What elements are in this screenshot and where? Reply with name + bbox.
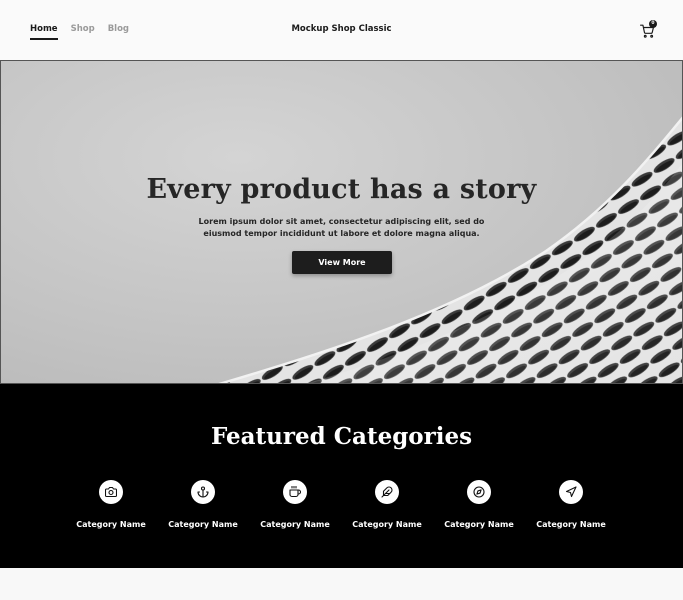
coffee-icon: [283, 480, 307, 504]
category-item[interactable]: Category Name: [347, 480, 427, 529]
hero-title: Every product has a story: [146, 174, 537, 205]
cart-count-badge: 0: [649, 20, 657, 28]
category-item[interactable]: Category Name: [255, 480, 335, 529]
page-bottom-section: [0, 568, 683, 600]
featured-categories-section: Featured Categories Category Name Catego…: [0, 384, 683, 568]
nav-link-blog[interactable]: Blog: [108, 24, 129, 38]
nav-link-shop[interactable]: Shop: [71, 24, 95, 38]
category-label: Category Name: [444, 520, 514, 529]
category-item[interactable]: Category Name: [71, 480, 151, 529]
category-label: Category Name: [352, 520, 422, 529]
feather-icon: [375, 480, 399, 504]
main-nav: Home Shop Blog: [30, 24, 129, 40]
category-item[interactable]: Category Name: [439, 480, 519, 529]
category-item[interactable]: Category Name: [531, 480, 611, 529]
category-label: Category Name: [76, 520, 146, 529]
camera-icon: [99, 480, 123, 504]
anchor-icon: [191, 480, 215, 504]
hero-subtitle: Lorem ipsum dolor sit amet, consectetur …: [198, 217, 485, 238]
compass-icon: [467, 480, 491, 504]
nav-link-home[interactable]: Home: [30, 24, 58, 40]
category-label: Category Name: [536, 520, 606, 529]
featured-title: Featured Categories: [210, 423, 473, 450]
category-label: Category Name: [168, 520, 238, 529]
view-more-button[interactable]: View More: [292, 251, 392, 274]
category-label: Category Name: [260, 520, 330, 529]
send-icon: [559, 480, 583, 504]
navbar: Home Shop Blog Mockup Shop Classic 0: [0, 0, 683, 60]
cart-button[interactable]: 0: [640, 20, 658, 38]
hero-banner: Every product has a story Lorem ipsum do…: [0, 60, 683, 384]
category-item[interactable]: Category Name: [163, 480, 243, 529]
